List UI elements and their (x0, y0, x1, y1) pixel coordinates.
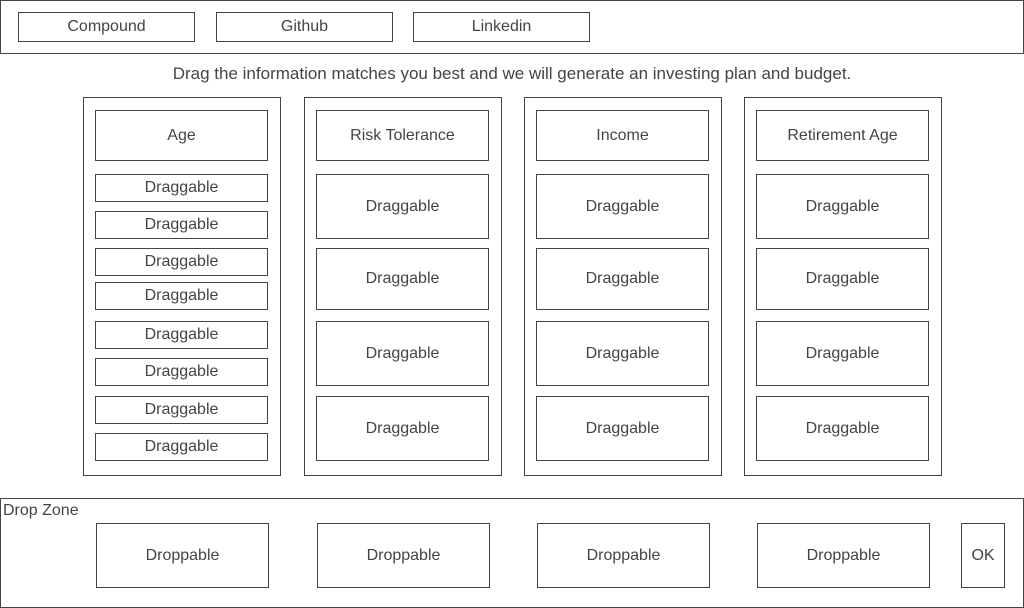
age-draggable[interactable]: Draggable (95, 321, 268, 349)
age-header: Age (95, 110, 268, 161)
retirement-age-header: Retirement Age (756, 110, 929, 161)
github-button[interactable]: Github (216, 12, 393, 42)
age-draggable[interactable]: Draggable (95, 396, 268, 424)
risk-tolerance-draggable[interactable]: Draggable (316, 321, 489, 386)
age-draggable[interactable]: Draggable (95, 174, 268, 202)
risk-tolerance-draggable[interactable]: Draggable (316, 396, 489, 461)
retirement-age-draggable[interactable]: Draggable (756, 321, 929, 386)
ok-button[interactable]: OK (961, 523, 1005, 588)
retirement-age-draggable[interactable]: Draggable (756, 396, 929, 461)
droppable-slot[interactable]: Droppable (96, 523, 269, 588)
compound-button[interactable]: Compound (18, 12, 195, 42)
age-draggable[interactable]: Draggable (95, 433, 268, 461)
retirement-age-draggable[interactable]: Draggable (756, 248, 929, 310)
age-draggable[interactable]: Draggable (95, 282, 268, 310)
droppable-slot[interactable]: Droppable (757, 523, 930, 588)
income-draggable[interactable]: Draggable (536, 396, 709, 461)
income-draggable[interactable]: Draggable (536, 174, 709, 239)
income-draggable[interactable]: Draggable (536, 248, 709, 310)
droppable-slot[interactable]: Droppable (317, 523, 490, 588)
age-draggable[interactable]: Draggable (95, 248, 268, 276)
risk-tolerance-draggable[interactable]: Draggable (316, 174, 489, 239)
risk-tolerance-header: Risk Tolerance (316, 110, 489, 161)
drop-zone-label: Drop Zone (3, 502, 79, 519)
linkedin-button[interactable]: Linkedin (413, 12, 590, 42)
droppable-slot[interactable]: Droppable (537, 523, 710, 588)
age-draggable[interactable]: Draggable (95, 211, 268, 239)
age-draggable[interactable]: Draggable (95, 358, 268, 386)
risk-tolerance-draggable[interactable]: Draggable (316, 248, 489, 310)
income-header: Income (536, 110, 709, 161)
income-draggable[interactable]: Draggable (536, 321, 709, 386)
retirement-age-draggable[interactable]: Draggable (756, 174, 929, 239)
instructions-text: Drag the information matches you best an… (172, 64, 852, 83)
